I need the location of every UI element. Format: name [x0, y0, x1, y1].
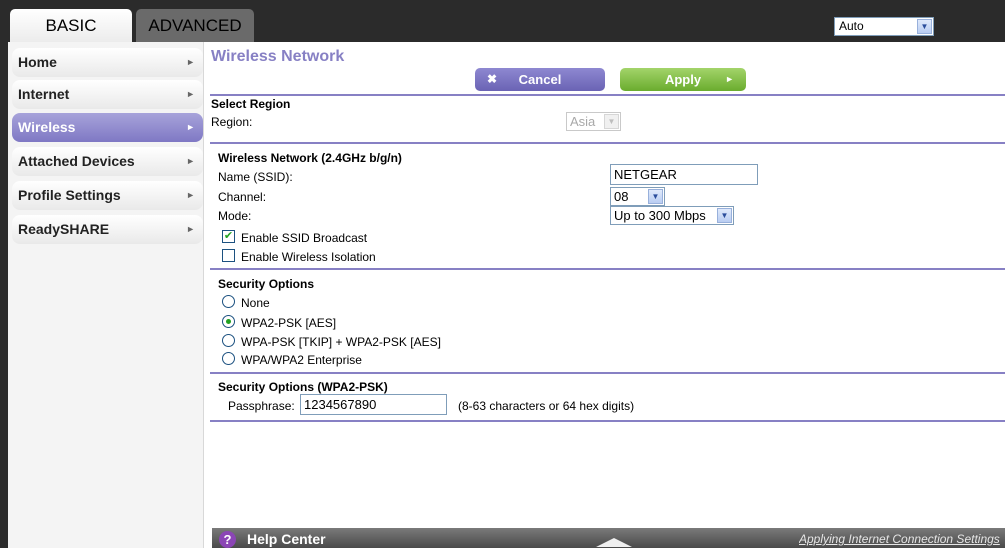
region-select-value: Asia	[570, 114, 596, 129]
arrow-right-icon: ►	[186, 156, 195, 166]
language-select[interactable]: Auto ▼	[834, 17, 934, 36]
passphrase-hint: (8-63 characters or 64 hex digits)	[458, 399, 635, 413]
arrow-right-icon: ►	[186, 89, 195, 99]
chevron-down-icon: ▼	[604, 114, 619, 129]
main-panel: Wireless Network ✖ Cancel Apply ► Select…	[205, 42, 1005, 548]
channel-select[interactable]: 08 ▼	[610, 187, 665, 206]
wireless-isolation-checkbox[interactable]	[222, 249, 235, 262]
security-option-label: WPA/WPA2 Enterprise	[241, 353, 362, 367]
tab-basic[interactable]: BASIC	[10, 9, 132, 42]
channel-select-value: 08	[614, 189, 629, 204]
region-select: Asia ▼	[566, 112, 621, 131]
expand-arrow-icon[interactable]	[596, 538, 632, 547]
left-frame	[0, 42, 8, 548]
ssid-input[interactable]: NETGEAR	[610, 164, 758, 185]
arrow-right-icon: ►	[186, 224, 195, 234]
security-section-title: Security Options	[218, 277, 315, 291]
tab-advanced[interactable]: ADVANCED	[136, 9, 254, 42]
divider	[210, 420, 1005, 422]
ssid-label: Name (SSID):	[218, 170, 293, 184]
security-wpa2-psk-radio[interactable]	[222, 315, 235, 328]
sidebar-item-label: Attached Devices	[18, 153, 135, 169]
ssid-broadcast-label: Enable SSID Broadcast	[241, 231, 368, 245]
sidebar-item-attached-devices[interactable]: Attached Devices ►	[12, 147, 203, 176]
sidebar-item-readyshare[interactable]: ReadySHARE ►	[12, 215, 203, 244]
region-label: Region:	[211, 115, 253, 129]
divider	[210, 268, 1005, 270]
help-icon[interactable]: ?	[219, 531, 236, 548]
mode-select[interactable]: Up to 300 Mbps ▼	[610, 206, 734, 225]
help-center-title[interactable]: Help Center	[247, 531, 326, 547]
divider	[210, 372, 1005, 374]
security-wpa-wpa2-mixed-radio[interactable]	[222, 334, 235, 347]
wireless-isolation-label: Enable Wireless Isolation	[241, 250, 376, 264]
chevron-down-icon[interactable]: ▼	[717, 208, 732, 223]
channel-label: Channel:	[218, 190, 267, 204]
divider	[210, 142, 1005, 144]
language-select-value: Auto	[839, 19, 864, 33]
security-none-radio[interactable]	[222, 295, 235, 308]
cancel-button[interactable]: ✖ Cancel	[475, 68, 605, 91]
chevron-down-icon[interactable]: ▼	[648, 189, 663, 204]
arrow-right-icon: ►	[186, 190, 195, 200]
apply-button[interactable]: Apply ►	[620, 68, 746, 91]
help-topic-link[interactable]: Applying Internet Connection Settings	[799, 532, 1005, 546]
security-option-label: WPA2-PSK [AES]	[241, 316, 337, 330]
security-option-label: None	[241, 296, 270, 310]
divider	[210, 94, 1005, 96]
wireless-section-title: Wireless Network (2.4GHz b/g/n)	[218, 151, 402, 165]
passphrase-section-title: Security Options (WPA2-PSK)	[218, 380, 388, 394]
chevron-down-icon[interactable]: ▼	[917, 19, 932, 34]
passphrase-label: Passphrase:	[228, 399, 295, 413]
top-bar: BASIC ADVANCED Auto ▼	[0, 0, 1005, 42]
mode-label: Mode:	[218, 209, 252, 223]
sidebar-item-label: Internet	[18, 86, 70, 102]
sidebar-item-label: ReadySHARE	[18, 221, 110, 237]
mode-select-value: Up to 300 Mbps	[614, 208, 706, 223]
sidebar-item-wireless[interactable]: Wireless ►	[12, 113, 203, 142]
sidebar-item-label: Profile Settings	[18, 187, 121, 203]
sidebar: Home ► Internet ► Wireless ► Attached De…	[8, 42, 204, 548]
ssid-broadcast-checkbox[interactable]: ✔	[222, 230, 235, 243]
arrow-right-icon: ►	[725, 74, 734, 84]
passphrase-input[interactable]: 1234567890	[300, 394, 447, 415]
security-enterprise-radio[interactable]	[222, 352, 235, 365]
security-option-label: WPA-PSK [TKIP] + WPA2-PSK [AES]	[241, 335, 441, 349]
cancel-button-label: Cancel	[518, 72, 562, 87]
arrow-right-icon: ►	[186, 122, 195, 132]
page-title: Wireless Network	[211, 48, 345, 65]
arrow-right-icon: ►	[186, 57, 195, 67]
sidebar-item-label: Home	[18, 54, 57, 70]
sidebar-item-profile-settings[interactable]: Profile Settings ►	[12, 181, 203, 210]
sidebar-item-home[interactable]: Home ►	[12, 48, 203, 77]
region-section-title: Select Region	[211, 97, 291, 111]
sidebar-item-label: Wireless	[18, 119, 76, 135]
help-center-bar[interactable]: ? Help Center Applying Internet Connecti…	[212, 528, 1005, 548]
sidebar-item-internet[interactable]: Internet ►	[12, 80, 203, 109]
